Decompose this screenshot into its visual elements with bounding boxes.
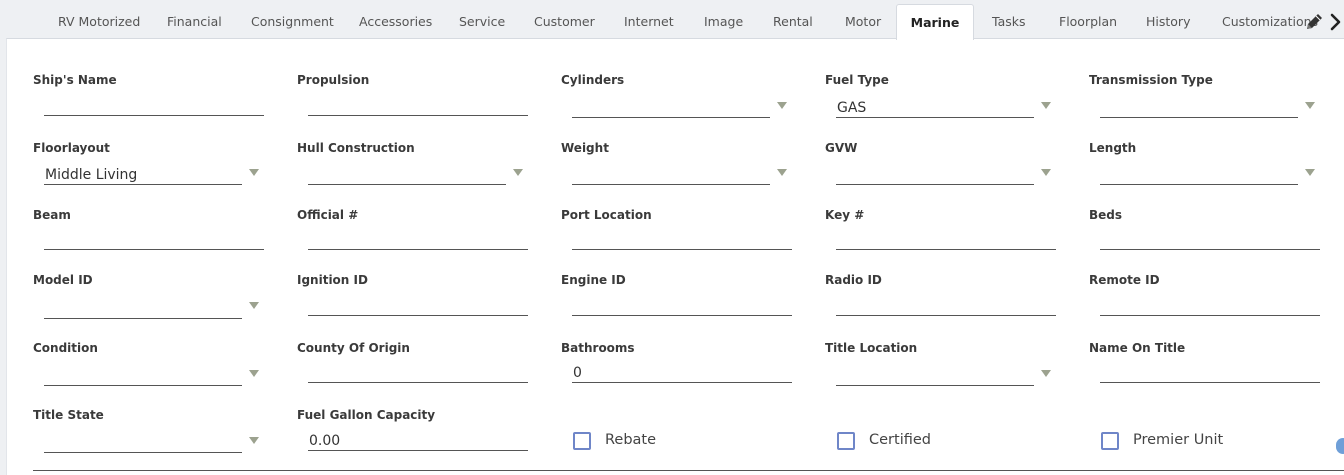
label-length: Length (1089, 141, 1137, 155)
floorlayout-select[interactable]: Middle Living (44, 163, 242, 185)
radio-id-input[interactable] (836, 294, 1056, 316)
title-location-select[interactable] (836, 364, 1034, 386)
fuel-type-dropdown-caret-icon[interactable] (1041, 102, 1051, 109)
bathrooms-input[interactable]: 0 (572, 361, 792, 383)
beam-input[interactable] (44, 228, 264, 250)
cylinders-dropdown-caret-icon[interactable] (777, 102, 787, 109)
label-key-number: Key # (825, 208, 865, 222)
tab-bar: RV Motorized Financial Consignment Acces… (0, 0, 1344, 40)
label-remote-id: Remote ID (1089, 273, 1160, 287)
premier-unit-label: Premier Unit (1133, 432, 1224, 448)
tab-history[interactable]: History (1146, 0, 1190, 38)
label-beds: Beds (1089, 208, 1123, 222)
label-cylinders: Cylinders (561, 73, 625, 87)
title-location-dropdown-caret-icon[interactable] (1041, 370, 1051, 377)
certified-label: Certified (869, 432, 931, 448)
label-beam: Beam (33, 208, 71, 222)
remote-id-input[interactable] (1100, 294, 1320, 316)
rebate-label: Rebate (605, 432, 657, 448)
length-select[interactable] (1100, 163, 1298, 185)
weight-select[interactable] (572, 163, 770, 185)
tab-customer[interactable]: Customer (534, 0, 595, 38)
label-port-location: Port Location (561, 208, 652, 222)
tab-floorplan[interactable]: Floorplan (1059, 0, 1117, 38)
tab-tasks[interactable]: Tasks (992, 0, 1026, 38)
label-weight: Weight (561, 141, 609, 155)
ships-name-input[interactable] (44, 94, 264, 116)
propulsion-input[interactable] (308, 94, 528, 116)
tab-consignment[interactable]: Consignment (251, 0, 334, 38)
official-number-input[interactable] (308, 228, 528, 250)
label-title-location: Title Location (825, 341, 918, 355)
tab-motor[interactable]: Motor (845, 0, 881, 38)
label-condition: Condition (33, 341, 98, 355)
label-radio-id: Radio ID (825, 273, 882, 287)
label-fuel-gallon-capacity: Fuel Gallon Capacity (297, 408, 436, 422)
weight-dropdown-caret-icon[interactable] (777, 169, 787, 176)
title-state-select[interactable] (44, 431, 242, 453)
beds-input[interactable] (1100, 228, 1320, 250)
label-floorlayout: Floorlayout (33, 141, 110, 155)
label-ships-name: Ship's Name (33, 73, 117, 87)
county-of-origin-input[interactable] (308, 361, 528, 383)
label-ignition-id: Ignition ID (297, 273, 368, 287)
engine-id-input[interactable] (572, 294, 792, 316)
hull-construction-select[interactable] (308, 163, 506, 185)
tab-rv-motorized[interactable]: RV Motorized (58, 0, 140, 38)
label-fuel-type: Fuel Type (825, 73, 889, 87)
model-id-dropdown-caret-icon[interactable] (249, 302, 259, 309)
label-county-of-origin: County Of Origin (297, 341, 410, 355)
label-bathrooms: Bathrooms (561, 341, 635, 355)
label-gvw: GVW (825, 141, 858, 155)
tab-service[interactable]: Service (459, 0, 505, 38)
certified-checkbox[interactable] (837, 432, 855, 450)
hull-construction-dropdown-caret-icon[interactable] (513, 169, 523, 176)
floorlayout-dropdown-caret-icon[interactable] (249, 169, 259, 176)
transmission-type-dropdown-caret-icon[interactable] (1305, 102, 1315, 109)
fuel-gallon-capacity-input[interactable]: 0.00 (308, 429, 528, 451)
pencil-icon[interactable] (1305, 11, 1323, 31)
ignition-id-input[interactable] (308, 294, 528, 316)
name-on-title-input[interactable] (1100, 361, 1320, 383)
tab-image[interactable]: Image (704, 0, 743, 38)
tab-accessories[interactable]: Accessories (359, 0, 432, 38)
next-field-underline (33, 470, 1344, 471)
tab-customizations[interactable]: Customizations (1222, 0, 1318, 38)
gvw-dropdown-caret-icon[interactable] (1041, 169, 1051, 176)
tab-internet[interactable]: Internet (624, 0, 674, 38)
tab-marine[interactable]: Marine (896, 4, 974, 40)
tab-rental[interactable]: Rental (773, 0, 813, 38)
model-id-select[interactable] (44, 297, 242, 319)
premier-unit-checkbox[interactable] (1101, 432, 1119, 450)
label-hull-construction: Hull Construction (297, 141, 415, 155)
chevron-right-icon[interactable] (1329, 13, 1341, 31)
title-state-dropdown-caret-icon[interactable] (249, 437, 259, 444)
cylinders-select[interactable] (572, 96, 770, 118)
help-widget[interactable] (1336, 438, 1344, 454)
label-name-on-title: Name On Title (1089, 341, 1186, 355)
label-transmission-type: Transmission Type (1089, 73, 1213, 87)
label-model-id: Model ID (33, 273, 93, 287)
length-dropdown-caret-icon[interactable] (1305, 169, 1315, 176)
fuel-type-select[interactable]: GAS (836, 96, 1034, 118)
rebate-checkbox[interactable] (573, 432, 591, 450)
port-location-input[interactable] (572, 228, 792, 250)
gvw-select[interactable] (836, 163, 1034, 185)
condition-dropdown-caret-icon[interactable] (249, 370, 259, 377)
label-engine-id: Engine ID (561, 273, 626, 287)
label-official-number: Official # (297, 208, 359, 222)
label-propulsion: Propulsion (297, 73, 370, 87)
key-number-input[interactable] (836, 228, 1056, 250)
label-title-state: Title State (33, 408, 104, 422)
condition-select[interactable] (44, 364, 242, 386)
transmission-type-select[interactable] (1100, 96, 1298, 118)
tab-financial[interactable]: Financial (167, 0, 222, 38)
